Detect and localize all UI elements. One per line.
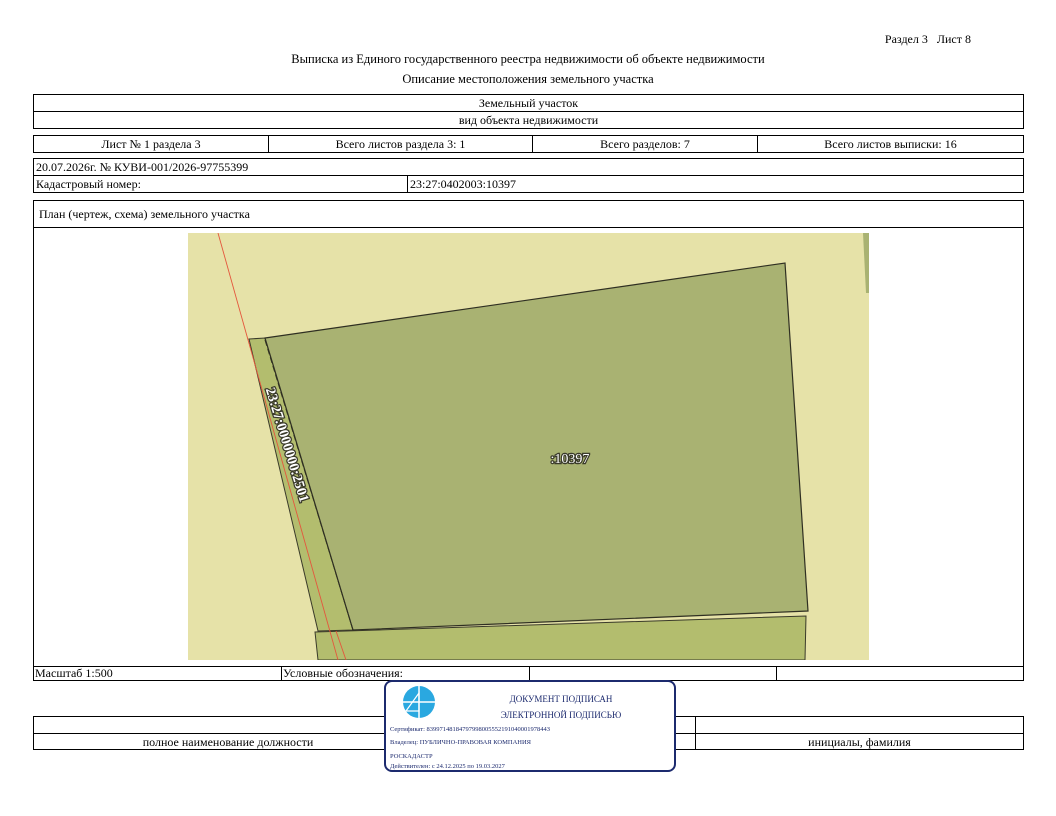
legend-label: Условные обозначения: [283,666,404,680]
e-signature-stamp: ДОКУМЕНТ ПОДПИСАН ЭЛЕКТРОННОЙ ПОДПИСЬЮ С… [384,680,676,772]
date-number: 20.07.2026г. № КУВИ-001/2026-97755399 [36,160,249,174]
object-type-caption: вид объекта недвижимости [458,113,599,127]
cadastral-label: Кадастровый номер: [36,177,141,191]
roskadastr-logo-icon [402,685,436,719]
section-sheet-label: Раздел 3 Лист 8 [884,32,971,46]
stamp-line2: ЭЛЕКТРОННОЙ ПОДПИСЬЮ [500,710,622,720]
divider [776,667,777,680]
cadastral-value: 23:27:0402003:10397 [410,177,517,191]
sheet-number: Лист № 1 раздела 3 [101,137,201,151]
parcel-label: :10397 [551,452,590,467]
divider [695,717,696,733]
total-sections: Всего разделов: 7 [600,137,690,151]
divider [529,667,530,680]
position-caption: полное наименование должности [142,735,314,749]
document-title: Выписка из Единого государственного реес… [291,52,765,66]
stamp-owner-cont: РОСКАДАСТР [390,753,433,760]
divider [34,175,1023,176]
plan-title-box: План (чертеж, схема) земельного участка [33,200,1024,228]
scale-label: Масштаб 1:500 [35,666,113,680]
plan-title: План (чертеж, схема) земельного участка [39,207,250,221]
divider [34,111,1023,112]
divider [281,667,282,680]
stamp-certificate: Сертификат: 8399714818479799800555219104… [390,726,551,733]
document-subtitle: Описание местоположения земельного участ… [402,72,654,86]
stamp-valid: Действителен: с 24.12.2025 по 19.03.2027 [390,763,505,770]
object-type-value: Земельный участок [478,96,579,110]
doc-info-box: 20.07.2026г. № КУВИ-001/2026-97755399 Ка… [33,158,1024,193]
sheets-row: Лист № 1 раздела 3 Всего листов раздела … [33,135,1024,153]
object-type-box: Земельный участок вид объекта недвижимос… [33,94,1024,129]
total-section-sheets: Всего листов раздела 3: 1 [335,137,466,151]
total-extract-sheets: Всего листов выписки: 16 [824,137,957,151]
divider [407,175,408,192]
signature-caption: инициалы, фамилия [808,735,911,749]
parcel-map: :10397 23:27:0000000:2501 [188,233,869,660]
stamp-owner: Владелец: ПУБЛИЧНО-ПРАВОВАЯ КОМПАНИЯ [390,739,531,746]
stamp-line1: ДОКУМЕНТ ПОДПИСАН [509,694,613,704]
scale-legend-row: Масштаб 1:500 Условные обозначения: [33,666,1024,681]
